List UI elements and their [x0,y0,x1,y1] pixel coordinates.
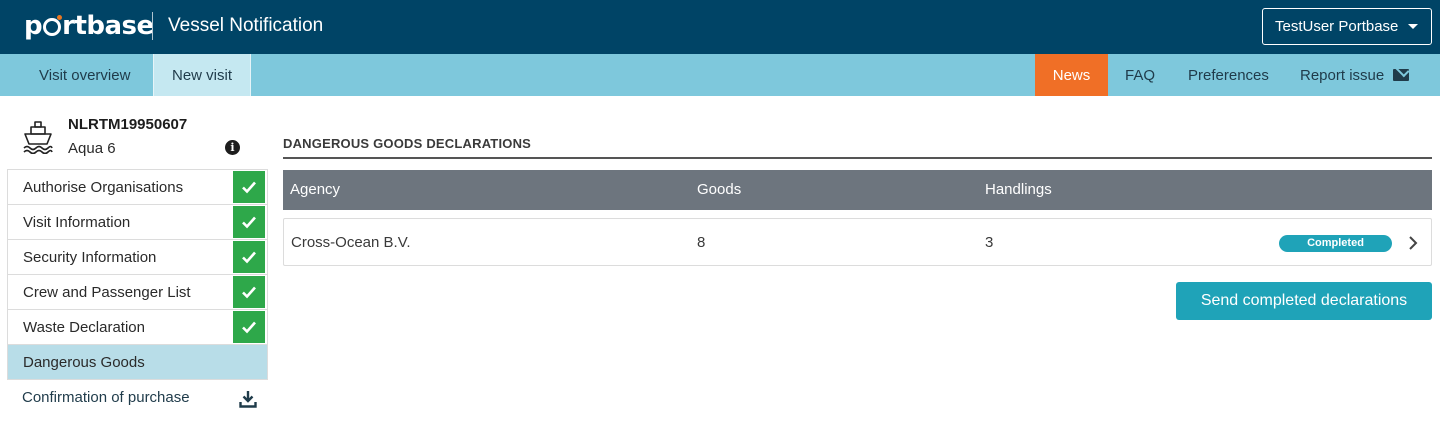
nav-faq[interactable]: FAQ [1125,54,1155,96]
step-dangerous-goods[interactable]: Dangerous Goods [8,345,267,380]
column-goods: Goods [697,181,742,198]
download-icon[interactable] [239,390,257,408]
report-issue-label: Report issue [1300,66,1385,84]
nav-report-issue[interactable]: Report issue [1300,54,1410,96]
portbase-logo[interactable]: p rtbase [24,10,154,42]
vessel-crn: NLRTM19950607 [68,116,188,133]
nav-preferences[interactable]: Preferences [1188,54,1269,96]
column-agency: Agency [290,181,341,198]
step-crew-passenger-list[interactable]: Crew and Passenger List [8,275,267,310]
nav-news[interactable]: News [1035,54,1108,96]
send-completed-declarations-button[interactable]: Send completed declarations [1176,282,1432,320]
step-list: Authorise Organisations Visit Informatio… [7,169,268,380]
table-row[interactable]: Cross-Ocean B.V. 8 3 Completed [283,218,1432,266]
user-menu-button[interactable]: TestUser Portbase [1262,8,1432,45]
envelope-icon [1393,69,1410,81]
tab-new-visit[interactable]: New visit [153,54,251,96]
step-label: Dangerous Goods [23,353,145,371]
vessel-header: NLRTM19950607 Aqua 6 i [20,114,270,164]
confirmation-of-purchase-link[interactable]: Confirmation of purchase [22,389,190,406]
cell-agency: Cross-Ocean B.V. [291,234,411,251]
tab-visit-overview[interactable]: Visit overview [22,54,147,96]
step-security-information[interactable]: Security Information [8,240,267,275]
step-label: Authorise Organisations [23,178,184,196]
check-icon [233,311,265,343]
logo-text-right: rtbase [62,11,154,41]
logo-text-left: p [24,11,43,41]
chevron-right-icon[interactable] [1406,234,1420,252]
cell-goods: 8 [697,234,706,251]
header-divider [152,12,153,40]
step-label: Security Information [23,248,157,266]
section-title: DANGEROUS GOODS DECLARATIONS [283,136,532,151]
step-visit-information[interactable]: Visit Information [8,205,267,240]
user-menu-label: TestUser Portbase [1275,18,1399,35]
step-label: Visit Information [23,213,131,231]
nav-bar: Visit overview New visit News FAQ Prefer… [0,54,1440,96]
table-header: Agency Goods Handlings [283,170,1432,210]
check-icon [233,241,265,273]
caret-down-icon [1408,24,1419,29]
step-label: Crew and Passenger List [23,283,191,301]
check-icon [233,171,265,203]
info-icon[interactable]: i [225,140,240,155]
status-badge: Completed [1279,235,1392,252]
section-divider [283,157,1432,159]
step-label: Waste Declaration [23,318,145,336]
logo-o-mark [43,15,63,36]
vessel-name: Aqua 6 [68,140,116,157]
step-waste-declaration[interactable]: Waste Declaration [8,310,267,345]
top-bar: p rtbase Vessel Notification TestUser Po… [0,0,1440,54]
check-icon [233,276,265,308]
column-handlings: Handlings [985,181,1052,198]
check-icon [233,206,265,238]
app-title: Vessel Notification [168,15,324,36]
step-authorise-organisations[interactable]: Authorise Organisations [8,170,267,205]
cell-handlings: 3 [985,234,994,251]
ship-icon [23,121,53,154]
